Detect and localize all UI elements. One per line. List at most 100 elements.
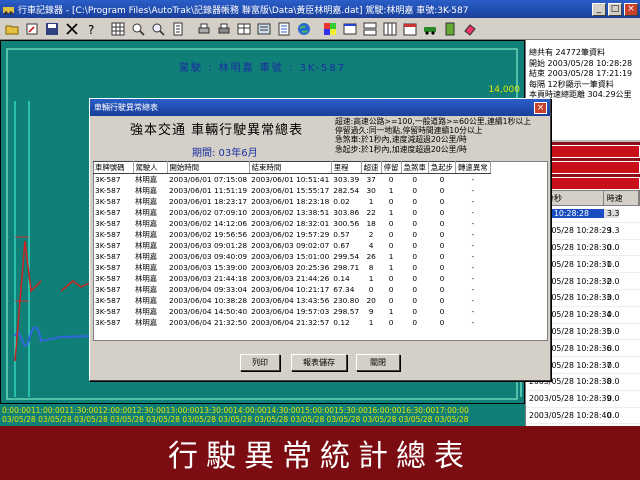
report-cell: 0: [439, 219, 445, 228]
report-cell: 林明嘉: [135, 307, 158, 316]
report-col-header[interactable]: 停留: [381, 161, 402, 174]
chart-header: 駕駛 : 林明嘉 車號 : 3K-587: [178, 63, 347, 74]
window-icon[interactable]: [341, 20, 359, 38]
open-folder-icon[interactable]: [3, 20, 21, 38]
report-cell: 0: [412, 318, 418, 327]
dialog-close-button[interactable]: 關閉: [356, 354, 400, 371]
report-row[interactable]: 3K-587 林明嘉 2003/06/04 09:33:04 2003/06/04 1…: [93, 284, 490, 295]
table-icon[interactable]: [235, 20, 253, 38]
report-cell: 0: [412, 252, 418, 261]
report-cell: 3K-587: [95, 318, 121, 327]
report-cell: 0: [439, 208, 445, 217]
report-icon[interactable]: [255, 20, 273, 38]
save-report-button[interactable]: 報表儲存: [291, 354, 347, 371]
report-row[interactable]: 3K-587 林明嘉 2003/06/03 09:40:09 2003/06/03 1…: [93, 251, 490, 262]
report-cell: 林明嘉: [135, 296, 158, 305]
list-icon[interactable]: [275, 20, 293, 38]
print-button[interactable]: 列印: [240, 354, 280, 371]
report-row[interactable]: 3K-587 林明嘉 2003/06/02 14:12:06 2003/06/02 1…: [93, 218, 490, 229]
dialog-close-icon[interactable]: ×: [534, 101, 547, 114]
delete-icon[interactable]: [63, 20, 81, 38]
report-cell: 3K-587: [95, 274, 121, 283]
report-cell: 0: [412, 175, 418, 184]
report-cell: 3K-587: [95, 296, 121, 305]
report-cell: 林明嘉: [135, 208, 158, 217]
book-icon[interactable]: [441, 20, 459, 38]
report-col-header[interactable]: 超速: [361, 161, 382, 174]
report-row[interactable]: 3K-587 林明嘉 2003/06/01 07:15:08 2003/06/01 1…: [93, 174, 490, 186]
save-icon[interactable]: [43, 20, 61, 38]
report-cell: 林明嘉: [135, 263, 158, 272]
report-cell: 303.86: [333, 208, 360, 217]
report-cell: 0: [388, 285, 394, 294]
time-axis: 0:00:0011:00:0011:30:0012:00:0012:30:001…: [0, 404, 525, 426]
report-cell: -: [471, 197, 475, 206]
zoom-in-icon[interactable]: [129, 20, 147, 38]
report-col-header[interactable]: 轉速異常: [455, 161, 491, 174]
color-cube-icon[interactable]: [321, 20, 339, 38]
report-cell: 0: [388, 296, 394, 305]
report-cell: 0.02: [333, 197, 350, 206]
report-cell: 3K-587: [95, 263, 121, 272]
zoom-out-icon[interactable]: [149, 20, 167, 38]
report-row[interactable]: 3K-587 林明嘉 2003/06/03 09:01:28 2003/06/03 0…: [93, 240, 490, 251]
report-row[interactable]: 3K-587 林明嘉 2003/06/02 07:09:10 2003/06/02 1…: [93, 207, 490, 218]
report-cell: 3K-587: [95, 197, 121, 206]
speed-row-value: 0.0: [607, 242, 620, 252]
report-row[interactable]: 3K-587 林明嘉 2003/06/03 21:44:18 2003/06/03 2…: [93, 273, 490, 284]
speed-row-value: 3.3: [607, 226, 620, 236]
report-cell: 1: [388, 263, 394, 272]
close-window-button[interactable]: ×: [624, 2, 638, 16]
document-icon[interactable]: [169, 20, 187, 38]
report-col-header[interactable]: 駕駛人: [133, 161, 168, 174]
print-preview-icon[interactable]: [195, 20, 213, 38]
report-row[interactable]: 3K-587 林明嘉 2003/06/04 10:38:28 2003/06/04 1…: [93, 295, 490, 306]
speed-row-value: 0.0: [607, 310, 620, 320]
globe-icon[interactable]: [295, 20, 313, 38]
car-icon[interactable]: [421, 20, 439, 38]
panels-icon[interactable]: [361, 20, 379, 38]
report-cell: 26: [366, 252, 376, 261]
report-col-header[interactable]: 結束時間: [249, 161, 332, 174]
chart-y-label: 14,000: [488, 85, 521, 95]
report-rules: 超速:高速公路>=100,一般道路>=60公里,連續1秒以上 停留過久:同一地點…: [335, 117, 550, 154]
report-cell: 2003/06/03 09:40:09: [169, 252, 248, 261]
report-row[interactable]: 3K-587 林明嘉 2003/06/01 11:51:19 2003/06/01 1…: [93, 185, 490, 196]
col-speed[interactable]: 時速: [604, 191, 639, 205]
report-cell: 林明嘉: [135, 285, 158, 294]
report-cell: 林明嘉: [135, 230, 158, 239]
report-cell: 0: [412, 230, 418, 239]
columns-icon[interactable]: [381, 20, 399, 38]
report-cell: 3K-587: [95, 208, 121, 217]
report-row[interactable]: 3K-587 林明嘉 2003/06/03 15:39:00 2003/06/03 2…: [93, 262, 490, 273]
report-col-header[interactable]: 急起步: [428, 161, 457, 174]
report-row[interactable]: 3K-587 林明嘉 2003/06/01 18:23:17 2003/06/01 1…: [93, 196, 490, 207]
report-cell: 2003/06/01 15:55:17: [251, 186, 330, 195]
report-row[interactable]: 3K-587 林明嘉 2003/06/02 19:56:56 2003/06/02 1…: [93, 229, 490, 240]
edit-icon[interactable]: [23, 20, 41, 38]
help-icon[interactable]: ?: [83, 20, 101, 38]
report-col-header[interactable]: 車牌號碼: [93, 161, 134, 174]
report-cell: 0: [388, 175, 394, 184]
report-row[interactable]: 3K-587 林明嘉 2003/06/04 21:32:50 2003/06/04 2…: [93, 317, 490, 328]
report-cell: 3K-587: [95, 252, 121, 261]
speed-row-value: 0.0: [607, 293, 620, 303]
date-axis-row: 03/05/28 03/05/28 03/05/28 03/05/28 03/0…: [2, 415, 469, 424]
minimize-button[interactable]: _: [592, 2, 606, 16]
eraser-icon[interactable]: [461, 20, 479, 38]
report-cell: 2003/06/04 13:43:56: [251, 296, 330, 305]
report-col-header[interactable]: 急煞車: [401, 161, 429, 174]
speed-row[interactable]: 2003/05/28 10:28:40 0.0: [526, 408, 640, 425]
print-icon[interactable]: [215, 20, 233, 38]
report-row[interactable]: 3K-587 林明嘉 2003/06/04 14:50:40 2003/06/04 1…: [93, 306, 490, 317]
calendar-icon[interactable]: [401, 20, 419, 38]
report-cell: 2003/06/02 14:12:06: [169, 219, 248, 228]
speed-row[interactable]: 2003/05/28 10:28:39 0.0: [526, 391, 640, 408]
report-col-header[interactable]: 里程: [331, 161, 362, 174]
report-cell: 0: [388, 219, 394, 228]
grid-icon[interactable]: [109, 20, 127, 38]
maximize-button[interactable]: □: [608, 2, 622, 16]
report-cell: 0: [368, 285, 374, 294]
report-col-header[interactable]: 開始時間: [167, 161, 250, 174]
report-cell: 2003/06/03 15:01:00: [251, 252, 330, 261]
